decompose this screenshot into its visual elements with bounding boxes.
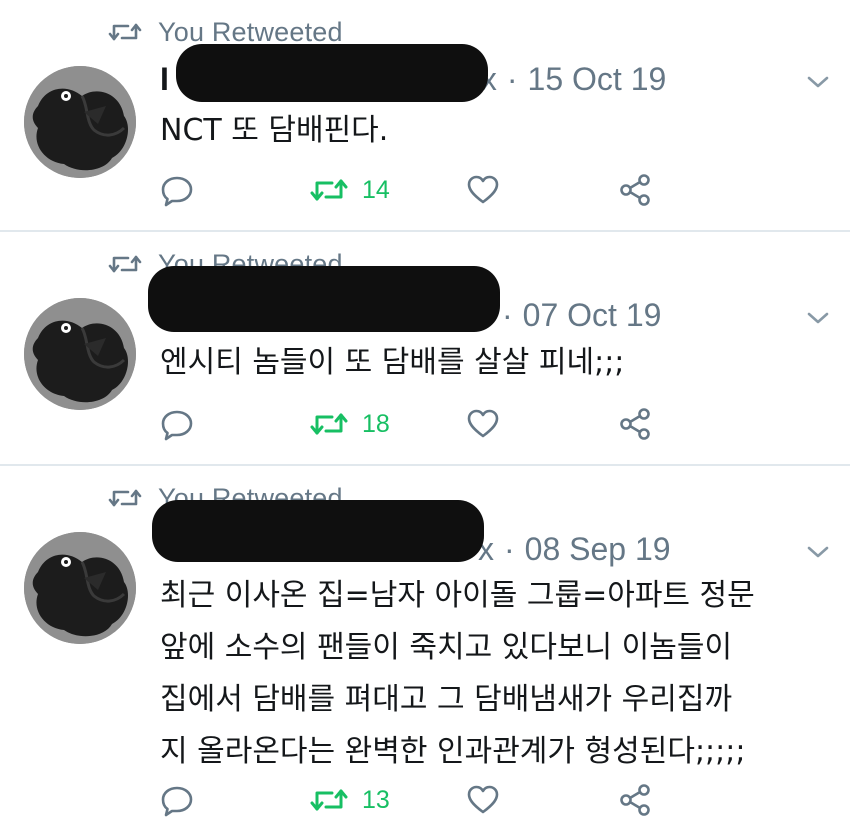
avatar[interactable]: [24, 66, 136, 178]
share-button[interactable]: [618, 170, 652, 210]
avatar[interactable]: [24, 298, 136, 410]
reply-button[interactable]: [160, 404, 194, 444]
like-button[interactable]: [466, 170, 500, 210]
retweet-count: 14: [362, 175, 390, 204]
tweet-text: 엔시티 놈들이 또 담배를 살살 피네;;;: [160, 345, 625, 380]
redaction-bar: [148, 266, 500, 332]
chevron-down-icon[interactable]: [804, 308, 832, 328]
like-icon: [467, 175, 499, 204]
retweet-count: 18: [362, 409, 390, 438]
share-icon: [620, 784, 650, 816]
retweeted-label: You Retweeted: [158, 16, 343, 47]
reply-button[interactable]: [160, 170, 194, 210]
like-button[interactable]: [466, 780, 500, 820]
retweet-button[interactable]: 14: [310, 170, 390, 210]
share-icon: [620, 174, 650, 206]
tweet-actions: 14: [160, 170, 680, 210]
separator-dot: ·: [502, 296, 513, 333]
reply-icon: [161, 176, 193, 207]
retweet-small-icon: [108, 249, 142, 279]
tweet-date[interactable]: 07 Oct 19: [523, 297, 662, 334]
like-icon: [467, 785, 499, 814]
separator-dot: ·: [504, 530, 515, 567]
redaction-bar: [152, 500, 484, 562]
author-name[interactable]: I: [160, 61, 169, 98]
tweet-1[interactable]: You Retweeted I x · 15 Oct 19 NCT 또 담배핀다…: [0, 0, 850, 232]
retweet-button[interactable]: 18: [310, 404, 390, 444]
reply-icon: [161, 410, 193, 441]
retweet-small-icon: [108, 17, 142, 47]
tweet-date[interactable]: 08 Sep 19: [525, 531, 671, 568]
retweet-button[interactable]: 13: [310, 780, 390, 820]
separator-dot: ·: [506, 60, 518, 97]
share-button[interactable]: [618, 404, 652, 444]
tweet-actions: 18: [160, 404, 680, 444]
retweet-icon: [310, 413, 348, 435]
retweet-small-icon: [108, 483, 142, 513]
avatar[interactable]: [24, 532, 136, 644]
like-icon: [467, 409, 499, 438]
redaction-bar: [176, 44, 488, 102]
share-icon: [620, 408, 650, 440]
reply-button[interactable]: [160, 780, 194, 820]
chevron-down-icon[interactable]: [804, 542, 832, 562]
tweet-actions: 13: [160, 780, 680, 820]
retweet-count: 13: [362, 785, 390, 814]
tweet-2[interactable]: You Retweeted · 07 Oct 19 엔시티 놈들이 또 담배를 …: [0, 232, 850, 464]
share-button[interactable]: [618, 780, 652, 820]
like-button[interactable]: [466, 404, 500, 444]
tweet-date[interactable]: 15 Oct 19: [528, 61, 667, 98]
reply-icon: [161, 786, 193, 817]
retweet-icon: [310, 789, 348, 811]
tweet-3[interactable]: You Retweeted x · 08 Sep 19 최근 이사온 집=남자 …: [0, 466, 850, 822]
tweet-text: 최근 이사온 집=남자 아이돌 그룹=아파트 정문 앞에 소수의 팬들이 죽치고…: [160, 578, 755, 769]
chevron-down-icon[interactable]: [804, 72, 832, 92]
tweet-text: NCT 또 담배핀다.: [160, 113, 389, 148]
retweet-icon: [310, 179, 348, 201]
